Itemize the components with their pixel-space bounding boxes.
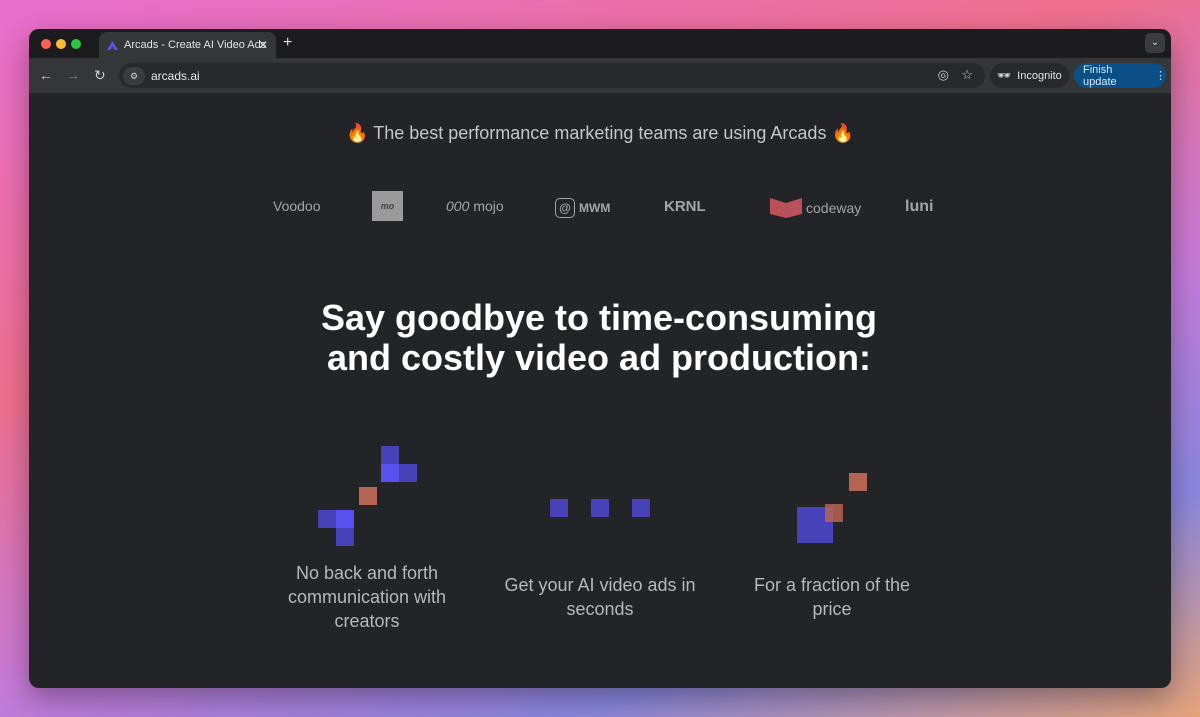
feature-seconds: Get your AI video ads in seconds	[504, 575, 696, 619]
browser-window: Arcads - Create AI Video Ads ✕ + ⌄ ← → ↻…	[29, 29, 1171, 688]
feature-price: For a fraction of the price	[753, 575, 911, 619]
arcads-favicon-icon	[107, 40, 118, 50]
close-window-button[interactable]	[41, 39, 51, 49]
forward-arrow-icon[interactable]: →	[66, 67, 80, 83]
incognito-button[interactable]: 🕶 Incognito	[990, 63, 1069, 88]
logo-mojo: 000 mojo	[446, 198, 504, 214]
toolbar: ← → ↻ ⚙ arcads.ai ◎ ☆ 🕶 Incognito Finish…	[29, 58, 1171, 93]
maximize-window-button[interactable]	[71, 39, 81, 49]
site-settings-icon[interactable]: ⚙	[123, 66, 145, 85]
incognito-label: Incognito	[1017, 69, 1062, 82]
tab-search-chevron-down-icon[interactable]: ⌄	[1145, 33, 1165, 53]
close-tab-icon[interactable]: ✕	[258, 38, 268, 52]
logo-mo: mo	[372, 191, 403, 221]
new-tab-button[interactable]: +	[283, 34, 292, 52]
headline: Say goodbye to time-consuming and costly…	[320, 297, 878, 378]
more-vert-icon[interactable]: ⋮	[1155, 69, 1166, 82]
page-content: 🔥 The best performance marketing teams a…	[29, 93, 1171, 688]
feature-no-back-and-forth: No back and forth communication with cre…	[287, 563, 447, 631]
finish-update-label: Finish update	[1083, 63, 1117, 88]
tab-arcads[interactable]: Arcads - Create AI Video Ads ✕	[99, 32, 276, 58]
logo-voodoo: Voodoo	[273, 198, 321, 214]
star-icon[interactable]: ☆	[961, 67, 973, 83]
logo-codeway: codeway	[770, 198, 861, 218]
url-text: arcads.ai	[151, 68, 200, 83]
back-arrow-icon[interactable]: ←	[39, 67, 53, 83]
minimize-window-button[interactable]	[56, 39, 66, 49]
incognito-icon: 🕶	[997, 70, 1012, 82]
finish-update-button[interactable]: Finish update ⋮	[1074, 63, 1166, 88]
address-bar[interactable]: ⚙ arcads.ai ◎ ☆	[119, 63, 985, 88]
tab-bar: Arcads - Create AI Video Ads ✕ + ⌄	[29, 29, 1171, 58]
logo-luni: luni	[905, 198, 934, 215]
banner-text: 🔥 The best performance marketing teams a…	[346, 123, 854, 143]
reload-icon[interactable]: ↻	[94, 67, 106, 84]
eye-off-icon[interactable]: ◎	[938, 67, 949, 83]
tab-title: Arcads - Create AI Video Ads	[124, 39, 267, 51]
logo-krnl: KRNL	[664, 198, 706, 215]
logo-mwm: @ MWM	[555, 198, 610, 218]
